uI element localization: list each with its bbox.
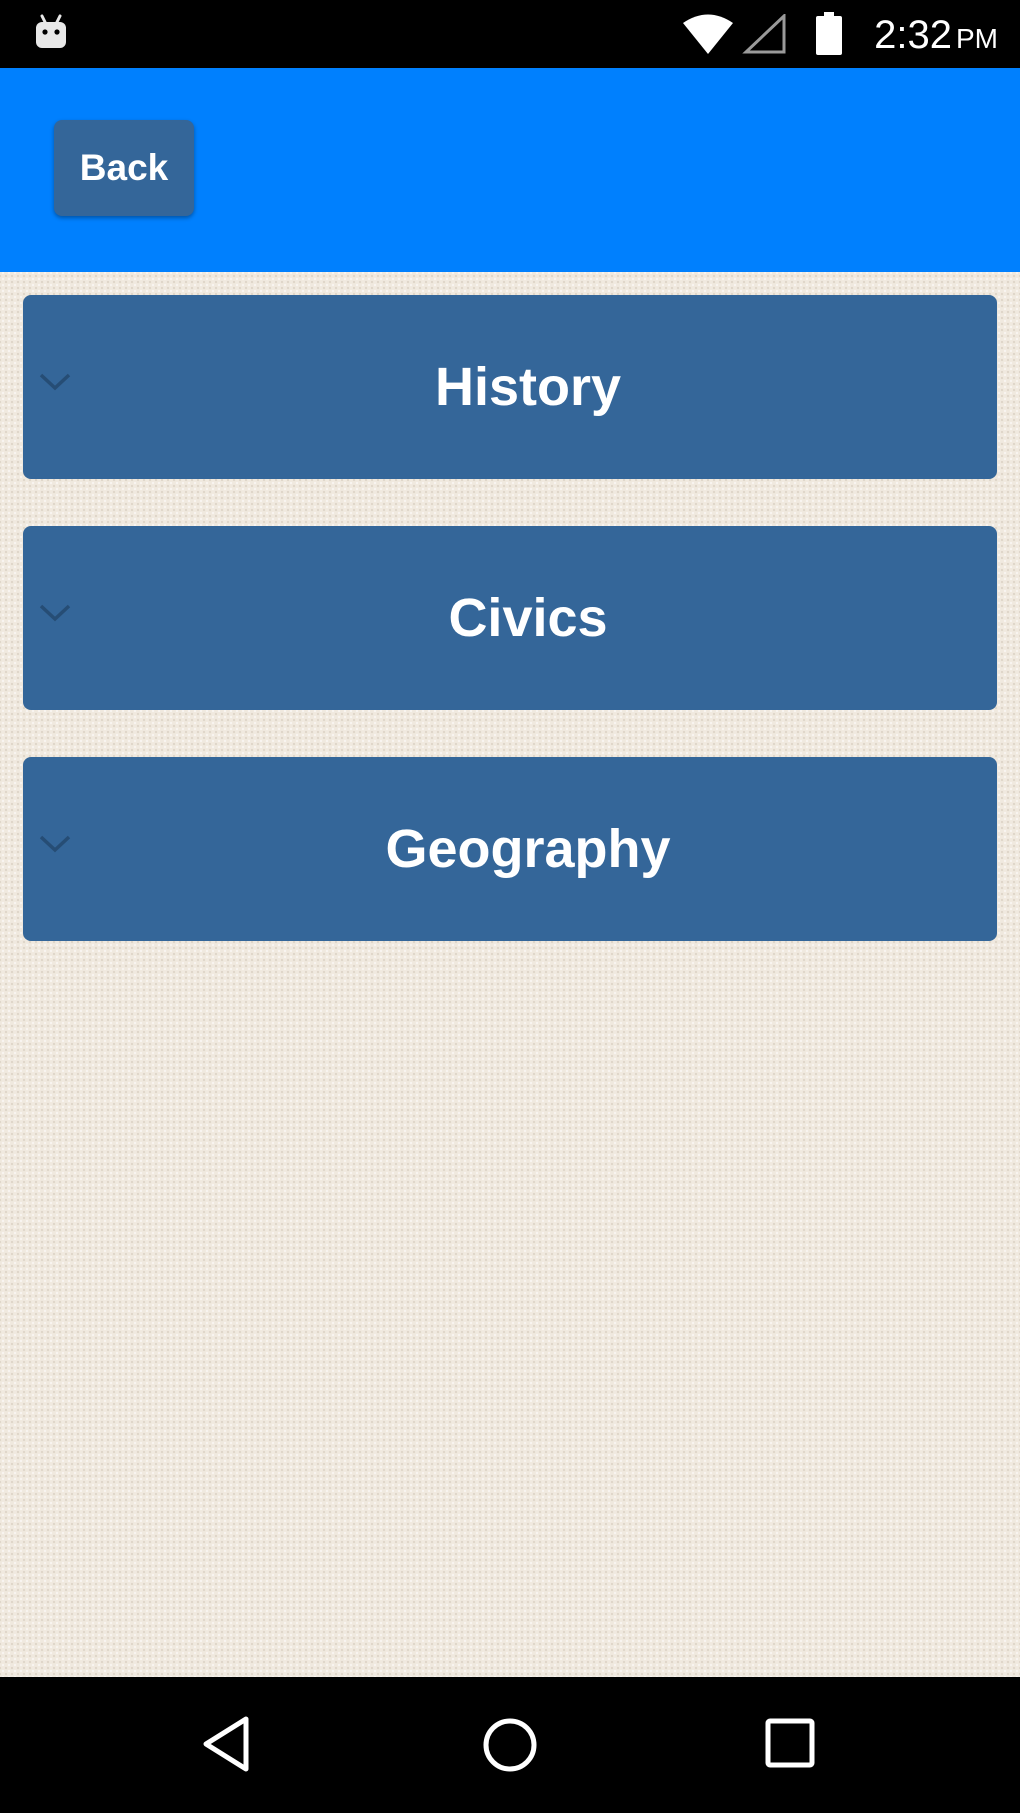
battery-icon [814,12,844,61]
clock-time: 2:32 [874,13,952,57]
app-header: Back [0,68,1020,272]
accordion-label: History [434,357,622,417]
android-icon [34,14,68,55]
clock-ampm: PM [956,23,998,54]
signal-icon [742,12,786,59]
back-triangle-icon[interactable] [200,1715,252,1778]
status-clock: 2:32 PM [874,12,998,62]
app-screen: 2:32 PM Back History Civics Geography [0,0,1020,1813]
wifi-icon [682,14,734,59]
status-bar: 2:32 PM [0,0,1020,68]
category-accordion: History Civics Geography [23,295,997,988]
accordion-item-civics[interactable]: Civics [23,526,997,710]
accordion-item-history[interactable]: History [23,295,997,479]
back-button[interactable]: Back [54,120,194,216]
accordion-item-geography[interactable]: Geography [23,757,997,941]
recents-square-icon[interactable] [762,1715,818,1776]
accordion-label: Geography [385,819,671,879]
accordion-label: Civics [448,588,608,648]
system-nav-bar [0,1677,1020,1813]
home-circle-icon[interactable] [480,1715,540,1780]
